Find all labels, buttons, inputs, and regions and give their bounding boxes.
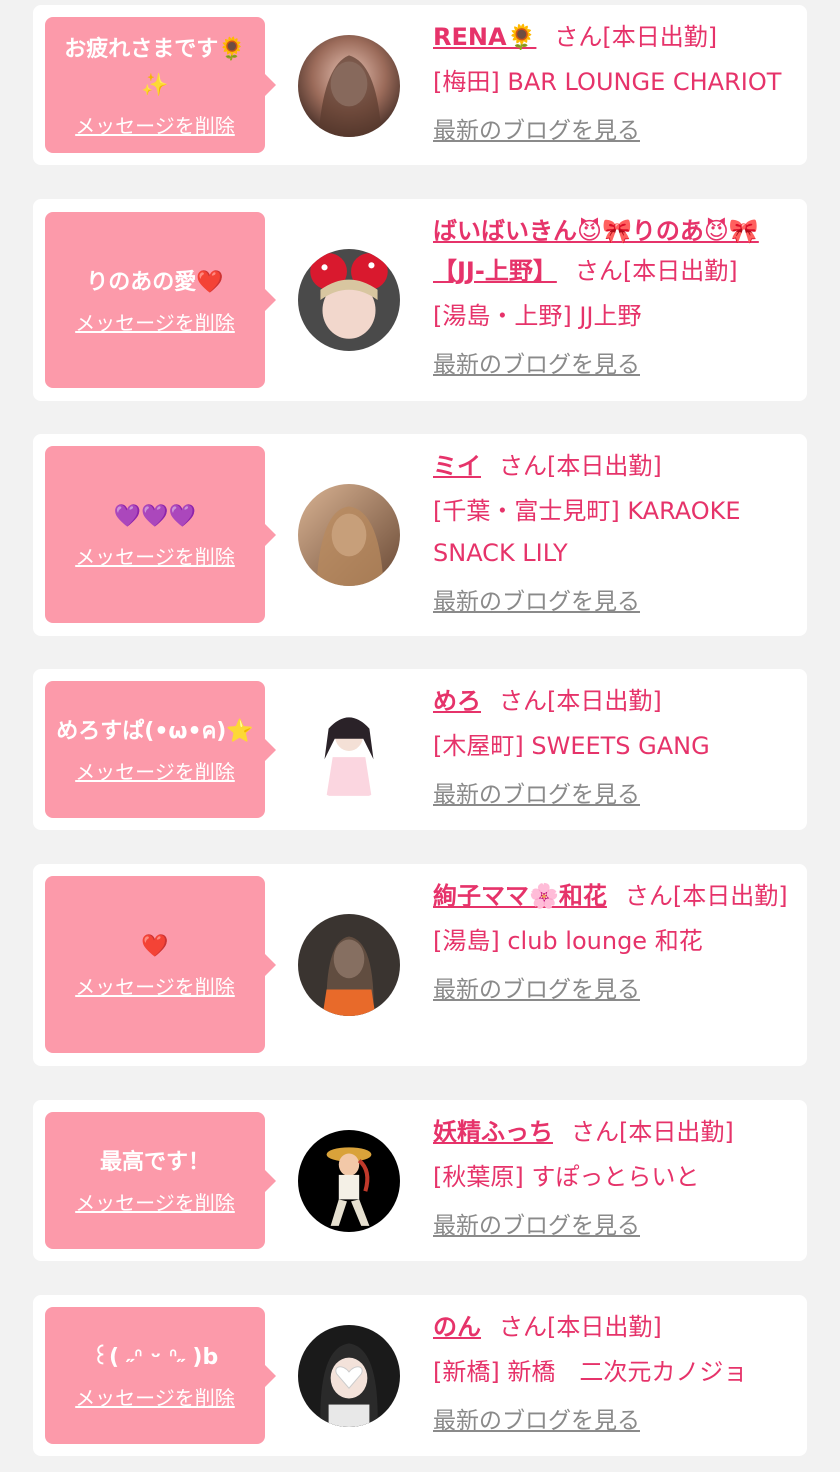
message-text: ꒰( ˶ᐢ ᵕ ᐢ˶ )b bbox=[91, 1345, 219, 1370]
latest-blog-link[interactable]: 最新のブログを見る bbox=[433, 345, 640, 385]
delete-message-link[interactable]: メッセージを削除 bbox=[75, 307, 235, 336]
avatar[interactable] bbox=[298, 1325, 400, 1427]
cast-name-link[interactable]: のん bbox=[433, 1313, 481, 1341]
delete-message-link[interactable]: メッセージを削除 bbox=[75, 1187, 235, 1216]
cast-info: ミイ さん[本日出勤] [千葉・富士見町] KARAOKE SNACK LILY … bbox=[433, 446, 793, 622]
cast-name-link[interactable]: ミイ bbox=[433, 452, 481, 480]
delete-message-link[interactable]: メッセージを削除 bbox=[75, 110, 235, 139]
attendance-status: さん[本日出勤] bbox=[499, 452, 662, 480]
latest-blog-link[interactable]: 最新のブログを見る bbox=[433, 111, 640, 151]
cast-info: ばいばいきん😈🎀りのあ😈🎀【JJ-上野】 さん[本日出勤] [湯島・上野] JJ上… bbox=[433, 211, 793, 385]
cast-info: めろ さん[本日出勤] [木屋町] SWEETS GANG 最新のブログを見る bbox=[433, 681, 793, 815]
delete-message-link[interactable]: メッセージを削除 bbox=[75, 1382, 235, 1411]
latest-blog-link[interactable]: 最新のブログを見る bbox=[433, 775, 640, 815]
list-item: お疲れさまです🌻✨ メッセージを削除 RENA🌻 さん[本日出勤] [梅田] BA… bbox=[33, 5, 807, 165]
cast-info: RENA🌻 さん[本日出勤] [梅田] BAR LOUNGE CHARIOT 最新… bbox=[433, 17, 793, 151]
message-text: りのあの愛❤️ bbox=[86, 269, 224, 295]
avatar[interactable] bbox=[298, 484, 400, 586]
latest-blog-link[interactable]: 最新のブログを見る bbox=[433, 1401, 640, 1441]
cast-info: のん さん[本日出勤] [新橋] 新橋 二次元カノジョ 最新のブログを見る bbox=[433, 1307, 793, 1441]
favorite-list: お疲れさまです🌻✨ メッセージを削除 RENA🌻 さん[本日出勤] [梅田] BA… bbox=[0, 0, 840, 1472]
list-item: めろすぱ(•ω•ค)⭐️ メッセージを削除 めろ さん[本日出勤] [木屋町] S… bbox=[33, 669, 807, 830]
latest-blog-link[interactable]: 最新のブログを見る bbox=[433, 970, 640, 1010]
shop-name: [木屋町] SWEETS GANG bbox=[433, 732, 710, 760]
message-bubble: ❤️ メッセージを削除 bbox=[45, 876, 276, 1053]
avatar[interactable] bbox=[298, 249, 400, 351]
shop-name: [秋葉原] すぽっとらいと bbox=[433, 1163, 700, 1191]
message-bubble: めろすぱ(•ω•ค)⭐️ メッセージを削除 bbox=[45, 681, 276, 818]
message-text: ❤️ bbox=[141, 934, 169, 959]
delete-message-link[interactable]: メッセージを削除 bbox=[75, 971, 235, 1000]
attendance-status: さん[本日出勤] bbox=[571, 1118, 734, 1146]
list-item: 最高です！ メッセージを削除 妖精ふっち さん[本日出勤] [秋葉原] すぽっとら… bbox=[33, 1100, 807, 1261]
message-text: お疲れさまです🌻✨ bbox=[64, 36, 246, 98]
message-text: 💜💜💜 bbox=[113, 504, 197, 529]
list-item: ❤️ メッセージを削除 絢子ママ🌸和花 さん[本日出勤] [湯島] club lo… bbox=[33, 864, 807, 1066]
attendance-status: さん[本日出勤] bbox=[499, 687, 662, 715]
message-text: 最高です！ bbox=[99, 1150, 210, 1175]
delete-message-link[interactable]: メッセージを削除 bbox=[75, 541, 235, 570]
attendance-status: さん[本日出勤] bbox=[554, 23, 718, 51]
message-text: めろすぱ(•ω•ค)⭐️ bbox=[56, 719, 254, 744]
shop-name: [湯島・上野] JJ上野 bbox=[433, 302, 642, 330]
latest-blog-link[interactable]: 最新のブログを見る bbox=[433, 1206, 640, 1246]
cast-info: 絢子ママ🌸和花 さん[本日出勤] [湯島] club lounge 和花 最新のブ… bbox=[433, 876, 793, 1010]
cast-info: 妖精ふっち さん[本日出勤] [秋葉原] すぽっとらいと 最新のブログを見る bbox=[433, 1112, 793, 1246]
shop-name: [新橋] 新橋 二次元カノジョ bbox=[433, 1358, 748, 1386]
message-bubble: りのあの愛❤️ メッセージを削除 bbox=[45, 212, 276, 388]
message-bubble: お疲れさまです🌻✨ メッセージを削除 bbox=[45, 17, 276, 153]
cast-name-link[interactable]: めろ bbox=[433, 687, 481, 715]
cast-name-link[interactable]: 絢子ママ🌸和花 bbox=[433, 882, 607, 910]
list-item: ꒰( ˶ᐢ ᵕ ᐢ˶ )b メッセージを削除 のん さん[本日出勤] [新橋] 新… bbox=[33, 1295, 807, 1456]
shop-name: [千葉・富士見町] KARAOKE SNACK LILY bbox=[433, 497, 741, 567]
attendance-status: さん[本日出勤] bbox=[574, 257, 738, 285]
latest-blog-link[interactable]: 最新のブログを見る bbox=[433, 582, 640, 622]
shop-name: [梅田] BAR LOUNGE CHARIOT bbox=[433, 68, 782, 96]
avatar[interactable] bbox=[298, 914, 400, 1016]
cast-name-link[interactable]: 妖精ふっち bbox=[433, 1118, 553, 1146]
message-bubble: ꒰( ˶ᐢ ᵕ ᐢ˶ )b メッセージを削除 bbox=[45, 1307, 276, 1444]
attendance-status: さん[本日出勤] bbox=[624, 882, 788, 910]
list-item: 💜💜💜 メッセージを削除 ミイ さん[本日出勤] [千葉・富士見町] KARAOK… bbox=[33, 434, 807, 636]
message-bubble: 最高です！ メッセージを削除 bbox=[45, 1112, 276, 1249]
attendance-status: さん[本日出勤] bbox=[499, 1313, 662, 1341]
cast-name-link[interactable]: RENA🌻 bbox=[433, 23, 536, 51]
delete-message-link[interactable]: メッセージを削除 bbox=[75, 756, 235, 785]
avatar[interactable] bbox=[298, 35, 400, 137]
message-bubble: 💜💜💜 メッセージを削除 bbox=[45, 446, 276, 623]
shop-name: [湯島] club lounge 和花 bbox=[433, 927, 703, 955]
avatar[interactable] bbox=[298, 1130, 400, 1232]
list-item: りのあの愛❤️ メッセージを削除 ばいばいきん😈🎀りのあ😈🎀【JJ-上野】 さん[… bbox=[33, 199, 807, 401]
avatar[interactable] bbox=[298, 698, 400, 800]
